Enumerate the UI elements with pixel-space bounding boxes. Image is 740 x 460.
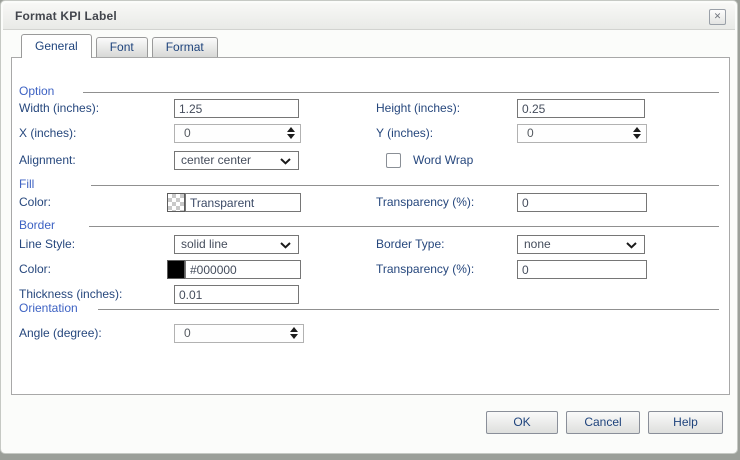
general-tab-panel: Option Width (inches): Height (inches): … xyxy=(11,57,730,395)
chevron-down-icon xyxy=(626,242,637,249)
thickness-input[interactable] xyxy=(174,285,299,304)
fill-color-label: Color: xyxy=(19,195,52,209)
border-type-label: Border Type: xyxy=(376,237,445,251)
line-style-label: Line Style: xyxy=(19,237,76,251)
spinner-down-icon[interactable] xyxy=(287,134,295,139)
spinner-up-icon[interactable] xyxy=(633,127,641,132)
fill-color-swatch[interactable] xyxy=(167,193,185,212)
y-label: Y (inches): xyxy=(376,126,434,140)
spinner-down-icon[interactable] xyxy=(633,134,641,139)
format-kpi-label-dialog: Format KPI Label ✕ General Font Format O… xyxy=(0,0,738,454)
word-wrap-label: Word Wrap xyxy=(413,153,474,167)
fill-transparency-label: Transparency (%): xyxy=(376,195,475,209)
chevron-down-icon xyxy=(280,242,291,249)
orientation-section-rule xyxy=(98,309,719,310)
border-section-rule xyxy=(89,226,719,227)
y-spinner-value: 0 xyxy=(527,126,534,140)
tab-font[interactable]: Font xyxy=(95,37,148,57)
y-spinner[interactable]: 0 xyxy=(517,124,647,143)
help-button[interactable]: Help xyxy=(648,411,723,434)
border-color-input[interactable] xyxy=(185,260,301,279)
dialog-title: Format KPI Label xyxy=(15,9,117,23)
angle-label: Angle (degree): xyxy=(19,326,102,340)
border-transparency-label: Transparency (%): xyxy=(376,262,475,276)
width-label: Width (inches): xyxy=(19,101,100,115)
cancel-button[interactable]: Cancel xyxy=(566,411,640,434)
fill-section-header: Fill xyxy=(19,177,35,191)
x-spinner[interactable]: 0 xyxy=(174,124,301,143)
tab-format[interactable]: Format xyxy=(151,37,218,57)
spinner-up-icon[interactable] xyxy=(290,327,298,332)
dialog-titlebar: Format KPI Label ✕ xyxy=(3,3,735,30)
spinner-down-icon[interactable] xyxy=(290,334,298,339)
line-style-select[interactable]: solid line xyxy=(174,235,299,254)
angle-spinner[interactable]: 0 xyxy=(174,324,304,343)
fill-transparency-input[interactable] xyxy=(517,193,647,212)
x-spinner-value: 0 xyxy=(184,126,191,140)
word-wrap-checkbox[interactable] xyxy=(386,153,401,168)
close-icon[interactable]: ✕ xyxy=(709,9,726,25)
height-label: Height (inches): xyxy=(376,101,461,115)
alignment-select[interactable]: center center xyxy=(174,151,299,170)
height-input[interactable] xyxy=(517,99,645,118)
angle-spinner-value: 0 xyxy=(184,326,191,340)
border-section-header: Border xyxy=(19,218,56,232)
border-type-select-value: none xyxy=(524,237,551,251)
tab-strip: General Font Format xyxy=(21,34,222,58)
border-type-select[interactable]: none xyxy=(517,235,645,254)
alignment-select-value: center center xyxy=(181,153,252,167)
border-transparency-input[interactable] xyxy=(517,260,647,279)
fill-color-input[interactable] xyxy=(185,193,301,212)
spinner-up-icon[interactable] xyxy=(287,127,295,132)
chevron-down-icon xyxy=(280,158,291,165)
option-section-header: Option xyxy=(19,84,55,98)
border-color-swatch[interactable] xyxy=(167,260,185,279)
width-input[interactable] xyxy=(174,99,299,118)
ok-button[interactable]: OK xyxy=(486,411,558,434)
fill-section-rule xyxy=(91,185,719,186)
x-label: X (inches): xyxy=(19,126,77,140)
option-section-rule xyxy=(83,92,719,93)
tab-general[interactable]: General xyxy=(21,34,92,58)
border-color-label: Color: xyxy=(19,262,52,276)
orientation-section-header: Orientation xyxy=(19,301,78,315)
alignment-label: Alignment: xyxy=(19,153,76,167)
line-style-select-value: solid line xyxy=(181,237,228,251)
